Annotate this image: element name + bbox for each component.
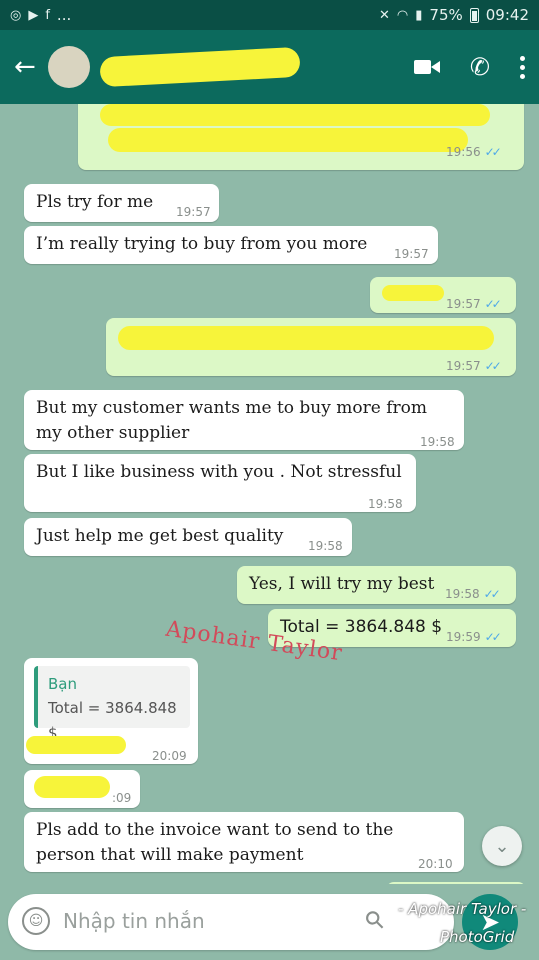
messenger-icon: ◎: [10, 7, 22, 23]
paperclip-icon[interactable]: ⚲: [359, 904, 391, 936]
status-bar-right: ✕ ◠ ▮ 75% 09:42: [379, 6, 529, 24]
read-ticks-icon: ✓✓: [484, 297, 502, 311]
message-text: But my customer wants me to buy more fro…: [36, 396, 427, 446]
message-time: 19:59 ✓✓: [446, 630, 502, 644]
video-call-icon[interactable]: [413, 58, 440, 76]
arrow-left-icon[interactable]: ←: [14, 52, 44, 82]
quote-author: Bạn: [48, 675, 77, 693]
emoji-icon[interactable]: ☺: [22, 907, 50, 935]
redaction: [100, 104, 490, 126]
message-outgoing[interactable]: 19:57 ✓✓: [370, 277, 516, 313]
message-time: 19:57 ✓✓: [446, 297, 502, 311]
message-incoming[interactable]: But I like business with you . Not stres…: [24, 454, 416, 512]
read-ticks-icon: ✓✓: [483, 587, 501, 601]
message-text: Just help me get best quality: [36, 526, 284, 546]
more-notifications-text: ...: [56, 6, 72, 24]
chevron-down-icon[interactable]: ⌄: [482, 826, 522, 866]
message-line: But my customer wants me to buy more fro…: [36, 398, 427, 418]
message-time: 19:57: [176, 205, 211, 219]
battery-percent: 75%: [429, 6, 463, 24]
phone-icon[interactable]: ✆: [470, 53, 490, 81]
message-outgoing[interactable]: Yes, I will try my best 19:58 ✓✓: [237, 566, 516, 604]
battery-icon: [469, 7, 479, 23]
composer: ☺ Nhập tin nhắn ⚲ ➤: [0, 884, 539, 960]
contact-name-redacted[interactable]: [99, 46, 301, 88]
message-time: 19:58: [368, 497, 403, 511]
status-bar-left: ◎ ▶ f ...: [10, 6, 71, 24]
message-line: Pls add to the invoice want to send to t…: [36, 820, 394, 840]
message-incoming[interactable]: :09: [24, 770, 140, 808]
header-actions: ✆: [413, 53, 525, 81]
redaction: [118, 326, 494, 350]
message-time: 19:58: [308, 539, 343, 553]
message-line: my other supplier: [36, 423, 190, 443]
message-incoming-reply[interactable]: Bạn Total = 3864.848 $ 20:09: [24, 658, 198, 764]
message-time: :09: [112, 791, 132, 805]
photogrid-watermark: PhotoGrid: [440, 928, 515, 946]
avatar[interactable]: [48, 46, 90, 88]
message-incoming[interactable]: Just help me get best quality 19:58: [24, 518, 352, 556]
message-text: Yes, I will try my best: [249, 574, 435, 594]
message-time: 20:09: [152, 749, 187, 763]
message-list[interactable]: 19:56 ✓✓ Pls try for me 19:57 I’m really …: [0, 104, 539, 884]
message-incoming[interactable]: Pls try for me 19:57: [24, 184, 219, 222]
message-text: But I like business with you . Not stres…: [36, 462, 402, 482]
redaction: [382, 285, 444, 301]
mute-icon: ✕: [379, 7, 390, 23]
message-text: I’m really trying to buy from you more: [36, 234, 368, 254]
kebab-menu-icon[interactable]: [520, 55, 525, 79]
wifi-icon: ◠: [396, 7, 409, 23]
message-incoming[interactable]: I’m really trying to buy from you more 1…: [24, 226, 438, 264]
message-incoming[interactable]: Pls add to the invoice want to send to t…: [24, 812, 464, 872]
message-text: Pls add to the invoice want to send to t…: [36, 818, 393, 868]
status-bar: ◎ ▶ f ... ✕ ◠ ▮ 75% 09:42: [0, 0, 539, 30]
message-time: 20:10: [418, 857, 453, 871]
read-ticks-icon: ✓✓: [484, 359, 502, 373]
read-ticks-icon: ✓✓: [484, 145, 502, 159]
chat-header: ← ✆: [0, 30, 539, 104]
message-time: 19:56 ✓✓: [446, 145, 502, 159]
message-time: 19:57 ✓✓: [446, 359, 502, 373]
message-text: Pls try for me: [36, 192, 154, 212]
message-input-placeholder[interactable]: Nhập tin nhắn: [63, 909, 205, 933]
message-time: 19:58: [420, 435, 455, 449]
play-store-icon: ▶: [28, 7, 39, 23]
status-clock: 09:42: [485, 6, 529, 24]
message-line: person that will make payment: [36, 845, 304, 865]
message-outgoing[interactable]: 19:56 ✓✓: [78, 104, 524, 170]
signal-icon: ▮: [415, 7, 423, 23]
message-input[interactable]: ☺ Nhập tin nhắn ⚲: [8, 894, 454, 950]
message-time: 19:58 ✓✓: [445, 587, 501, 601]
redaction: [108, 128, 468, 152]
read-ticks-icon: ✓✓: [484, 630, 502, 644]
message-outgoing[interactable]: 19:57 ✓✓: [106, 318, 516, 376]
facebook-icon: f: [45, 7, 50, 23]
message-time: 19:57: [394, 247, 429, 261]
message-incoming[interactable]: But my customer wants me to buy more fro…: [24, 390, 464, 450]
quoted-message[interactable]: Bạn Total = 3864.848 $: [34, 666, 190, 742]
credit-watermark: - Apohair Taylor -: [398, 900, 527, 918]
redaction: [26, 736, 126, 754]
redaction: [34, 776, 110, 798]
